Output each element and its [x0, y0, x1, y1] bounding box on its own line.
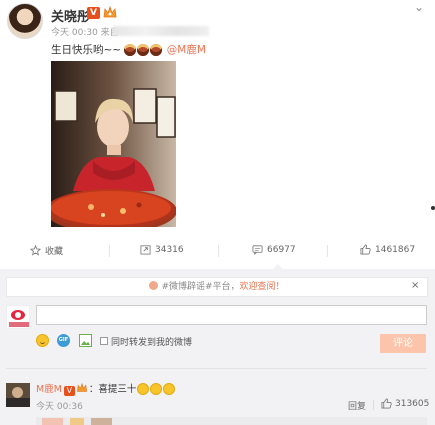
- also-repost-label[interactable]: 同时转发到我的微博: [111, 335, 192, 348]
- like-button[interactable]: 1461867: [360, 244, 415, 255]
- thumbs-up-icon: [360, 244, 371, 255]
- close-icon[interactable]: ×: [411, 280, 419, 291]
- vip-crown-icon: [76, 383, 87, 392]
- submit-comment-button[interactable]: 评论: [380, 334, 426, 353]
- mention-link[interactable]: @M鹿M: [167, 44, 206, 56]
- comment-icon: [252, 245, 263, 255]
- cake-icon: [124, 43, 137, 56]
- comment-action-divider: [373, 400, 374, 410]
- info-icon: [149, 281, 159, 290]
- also-repost-checkbox[interactable]: [100, 337, 108, 345]
- post-photo[interactable]: [51, 61, 176, 227]
- comment-like-button[interactable]: 313605: [381, 398, 429, 409]
- action-divider: [109, 245, 110, 257]
- chevron-down-icon[interactable]: ⌄: [412, 1, 426, 13]
- comment-input[interactable]: [36, 305, 427, 325]
- cake-emoji-group: [124, 43, 163, 57]
- cake-icon: [137, 43, 150, 56]
- smile-emoji-icon: [163, 383, 176, 395]
- star-icon: [30, 245, 41, 256]
- verified-badge-icon: V: [63, 386, 75, 396]
- author-avatar[interactable]: [7, 3, 43, 39]
- cake-icon: [150, 43, 163, 56]
- page-scroll-dot: [431, 206, 435, 210]
- repost-button[interactable]: 34316: [140, 244, 184, 255]
- comment-text: ：喜提三十: [88, 384, 137, 395]
- emoji-icon[interactable]: [36, 334, 49, 347]
- weibo-logo-pupil: [15, 312, 21, 318]
- author-name[interactable]: 关晓彤: [51, 6, 90, 25]
- comment-button[interactable]: 66977: [252, 244, 296, 255]
- smile-emoji-icon: [137, 383, 150, 395]
- gif-icon[interactable]: GIF: [57, 334, 70, 347]
- weibo-logo-label: [9, 322, 29, 327]
- notice-text: #微博辟谣#平台，: [161, 282, 240, 292]
- vip-crown-icon: [103, 6, 117, 18]
- commenter-name[interactable]: M鹿M: [36, 384, 62, 395]
- sub-comment-preview: [36, 417, 427, 425]
- comment-count: 66977: [267, 244, 296, 255]
- blurred-source: [113, 26, 209, 36]
- rumor-notice-bar: #微博辟谣#平台，欢迎查阅！: [6, 277, 428, 297]
- smile-emoji-icon: [150, 383, 163, 395]
- post-text-body: 生日快乐哟~~: [51, 44, 122, 56]
- post-meta-time: 今天 00:30 来自: [51, 28, 119, 38]
- comment-divider: [6, 368, 427, 369]
- favorite-button[interactable]: 收藏: [30, 244, 63, 257]
- reply-button[interactable]: 回复: [348, 399, 366, 412]
- favorite-label: 收藏: [45, 247, 64, 257]
- post-text: 生日快乐哟~~ @M鹿M: [51, 42, 206, 57]
- commenter-avatar[interactable]: [6, 383, 30, 407]
- comment-line: M鹿M V ：喜提三十: [36, 381, 176, 396]
- action-divider: [327, 245, 328, 257]
- image-icon[interactable]: [79, 334, 92, 347]
- repost-icon: [140, 245, 151, 255]
- sub-comment-peek: [42, 418, 112, 425]
- thumbs-up-icon: [381, 398, 392, 409]
- notice-link[interactable]: 欢迎查阅！: [240, 282, 285, 292]
- post-action-bar: 收藏 34316 66977 1461867: [0, 237, 435, 263]
- like-count: 1461867: [375, 244, 416, 255]
- comment-time: 今天 00:36: [36, 402, 83, 412]
- my-avatar[interactable]: [6, 305, 30, 329]
- verified-badge-icon: V: [87, 7, 100, 19]
- weibo-post-card: 关晓彤 V ⌄ 今天 00:30 来自 生日快乐哟~~ @M鹿M 收藏 3431…: [0, 0, 435, 425]
- repost-count: 34316: [155, 244, 184, 255]
- action-divider: [218, 245, 219, 257]
- comment-like-count: 313605: [395, 398, 430, 409]
